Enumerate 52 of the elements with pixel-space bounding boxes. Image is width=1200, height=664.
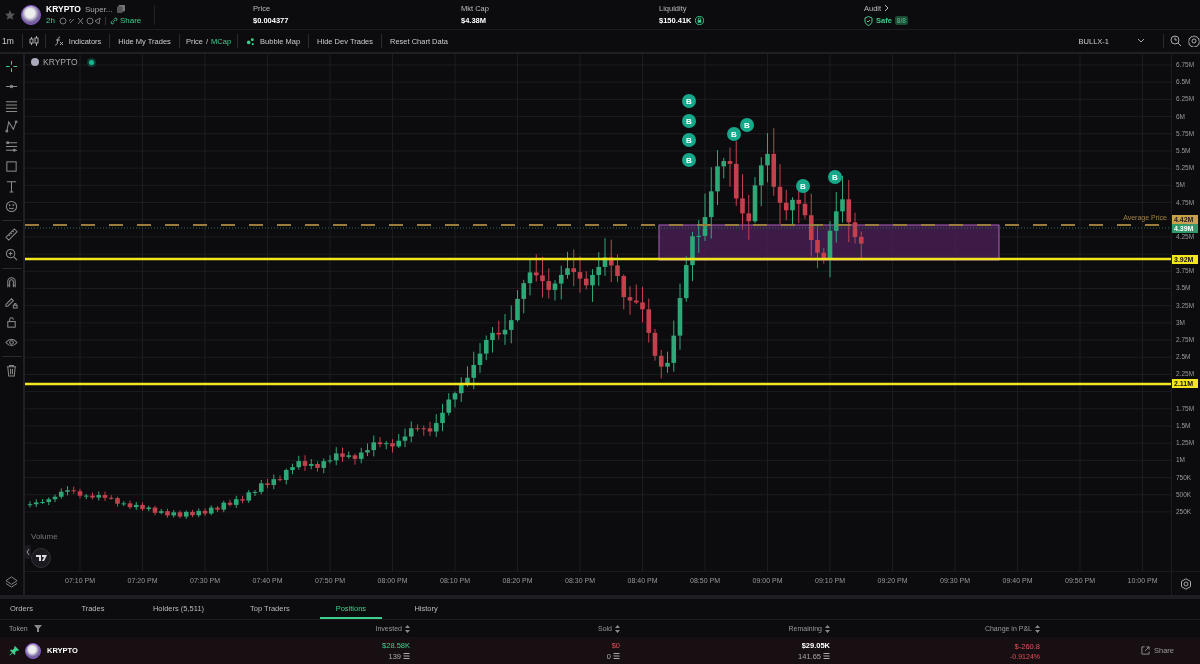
social-icons-drawing [58,16,101,25]
token-avatar [21,4,41,25]
bubbles-icon [246,36,256,46]
lock-tool-icon[interactable] [5,316,18,329]
link-icon [109,16,118,25]
lock-icon [694,16,704,25]
sort-icon[interactable] [825,624,830,633]
settings-icon[interactable] [1188,35,1200,47]
settings-icon[interactable] [1180,577,1192,590]
zoom-tool-icon[interactable] [5,248,18,261]
token-avatar [31,58,39,66]
chart-legend-title: KRYPTO [43,57,78,67]
fib-tool-icon[interactable] [5,140,18,153]
filter-icon[interactable] [33,625,42,632]
logo-icon[interactable] [31,548,51,568]
sort-icon[interactable] [1035,624,1040,633]
copy-icon[interactable] [116,5,125,13]
token-age: 2h [46,16,55,25]
ruler-tool-icon[interactable] [5,228,18,241]
pattern-tool-icon[interactable] [5,120,18,133]
lines-tool-icon[interactable] [5,100,18,113]
emoji-tool-icon[interactable] [5,200,18,213]
chevron-down-icon [1137,38,1145,44]
text-tool-icon[interactable] [5,180,18,193]
function-icon [53,36,64,46]
status-dot-icon [88,59,94,65]
zoom-icon[interactable] [1170,35,1182,47]
share-link[interactable]: Share [109,16,142,25]
coin-icon [823,653,830,659]
external-link-icon [1141,646,1150,655]
token-avatar [25,642,41,659]
collapse-handle-icon[interactable] [25,545,31,559]
coin-icon [613,653,620,659]
magnet-tool-icon[interactable] [5,276,18,289]
chevron-right-icon[interactable] [884,4,891,12]
interval-button[interactable]: 1m [0,36,16,46]
crosshair-tool-icon[interactable] [5,60,18,73]
candles-icon[interactable] [28,36,39,46]
token-name: KRYPTO [46,4,81,14]
coin-icon [403,653,410,659]
trash-tool-icon[interactable] [5,364,18,377]
shield-icon [864,15,873,26]
eye-tool-icon[interactable] [5,336,18,349]
token-subtitle: Super... [84,4,113,14]
pin-icon[interactable] [9,645,19,656]
layers-icon[interactable] [5,576,18,589]
sort-icon[interactable] [405,624,410,633]
volume-label: Volume [31,532,58,541]
rectangle-tool-icon[interactable] [5,160,18,173]
pencil-lock-tool-icon[interactable] [5,296,18,309]
star-icon[interactable] [4,8,16,21]
sort-icon[interactable] [615,624,620,633]
